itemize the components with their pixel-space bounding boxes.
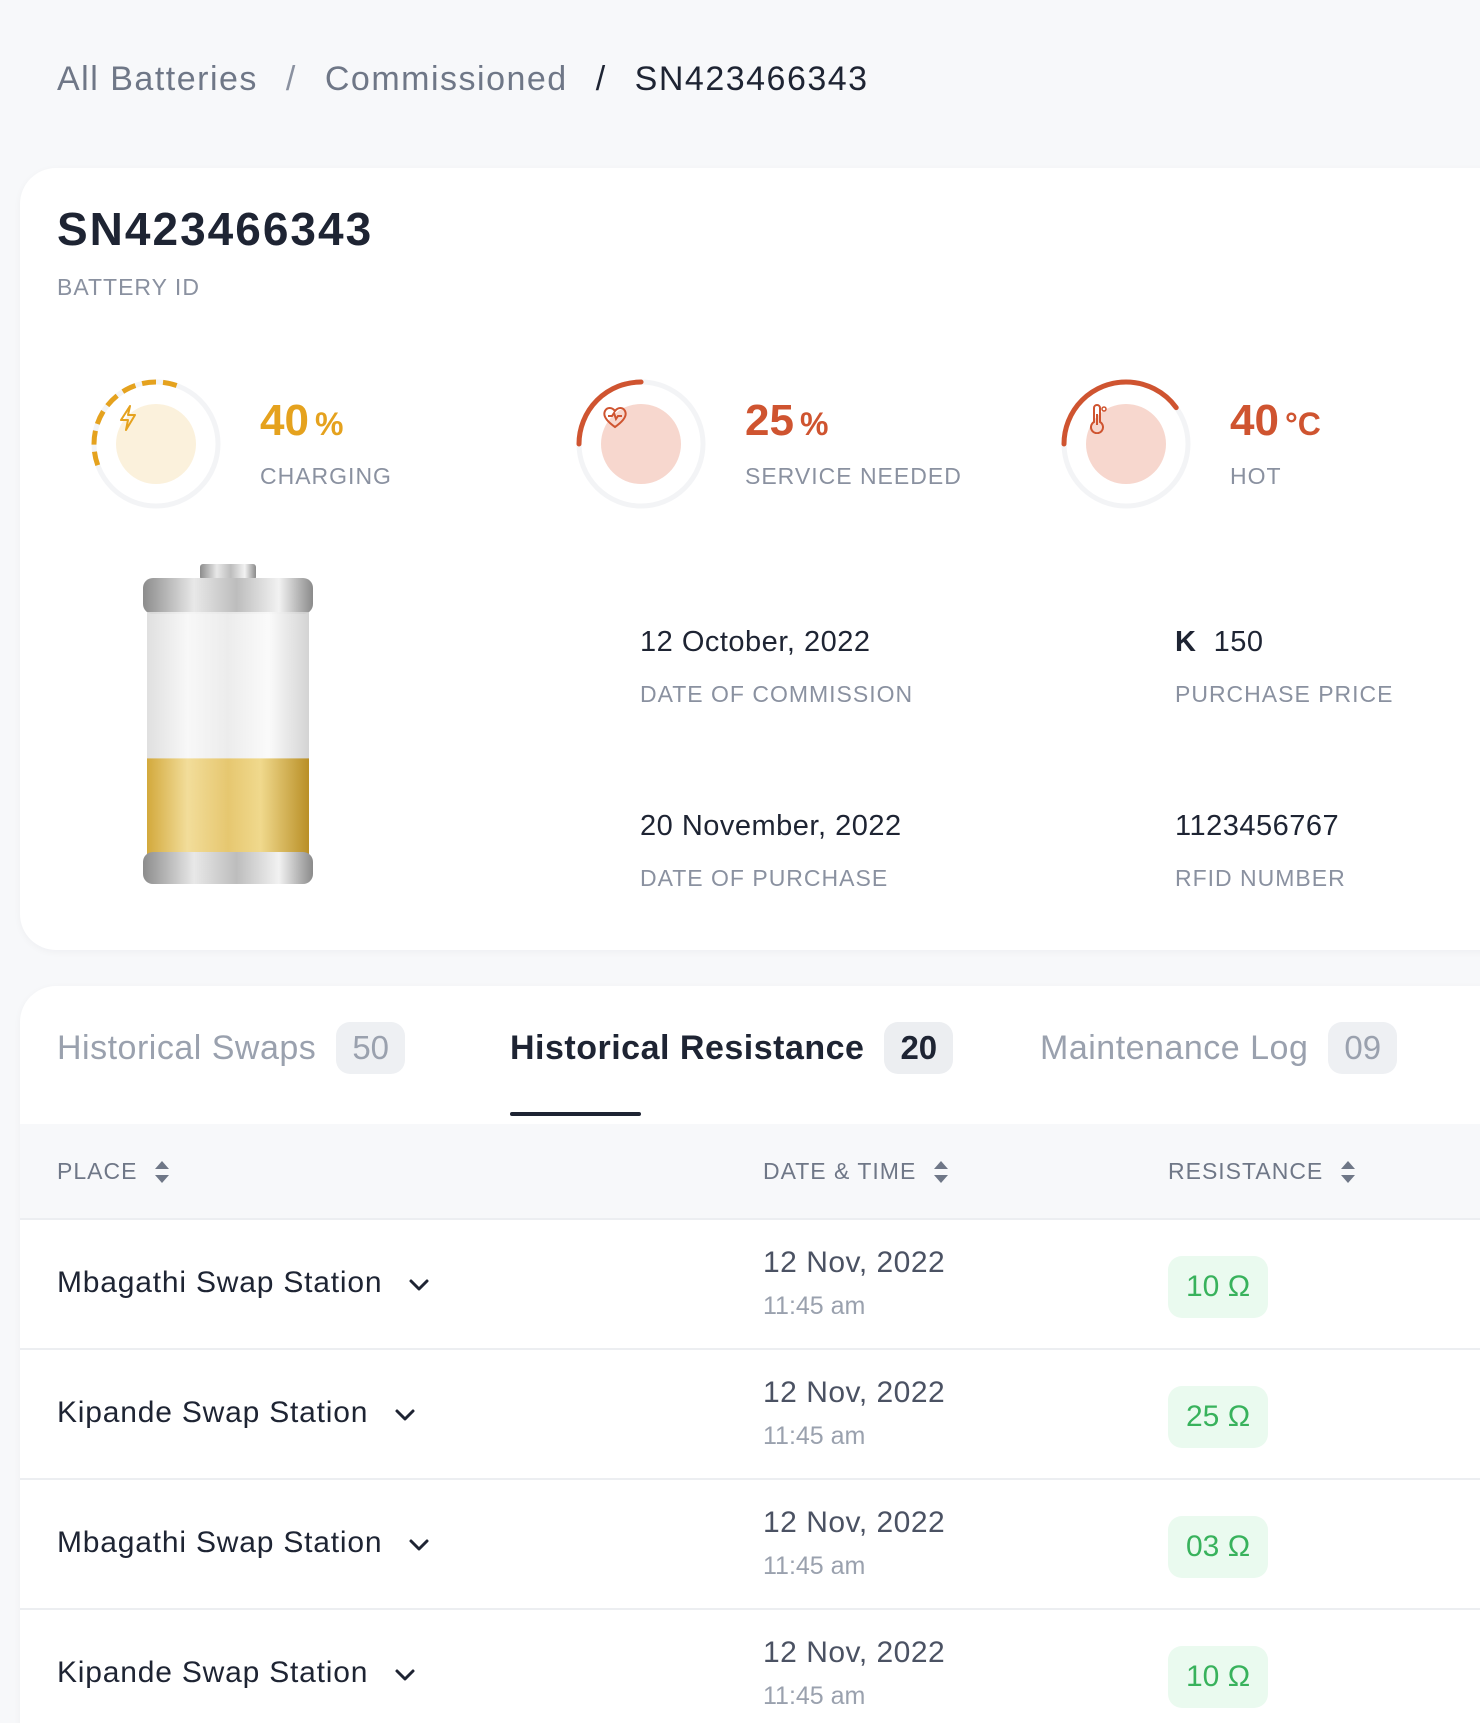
chevron-down-icon[interactable]	[408, 1266, 430, 1300]
temperature-gauge	[1058, 376, 1194, 512]
table-row[interactable]: Mbagathi Swap Station 12 Nov, 2022 11:45…	[20, 1220, 1480, 1350]
breadcrumb: All Batteries / Commissioned / SN4234663…	[57, 60, 869, 99]
commission-date-block: 12 October, 2022 DATE OF COMMISSION	[640, 626, 913, 708]
chevron-down-icon[interactable]	[408, 1526, 430, 1560]
commission-date: 12 October, 2022	[640, 626, 871, 658]
place-cell: Mbagathi Swap Station	[57, 1526, 430, 1560]
charging-gauge	[88, 376, 224, 512]
tab-count: 20	[884, 1022, 954, 1074]
datetime-cell: 12 Nov, 2022 11:45 am	[763, 1246, 946, 1320]
charging-stat: 40% CHARGING	[88, 376, 392, 512]
tab-bar: Historical Swaps 50 Historical Resistanc…	[20, 986, 1480, 1122]
sort-icon[interactable]	[153, 1159, 171, 1185]
breadcrumb-all-batteries[interactable]: All Batteries	[57, 60, 258, 99]
service-value: 25%	[745, 395, 829, 445]
battery-id: SN423466343	[57, 203, 374, 255]
resistance-badge: 10 Ω	[1168, 1646, 1269, 1708]
active-tab-indicator	[510, 1112, 641, 1116]
purchase-date-block: 20 November, 2022 DATE OF PURCHASE	[640, 810, 902, 892]
service-stat: 25% SERVICE NEEDED	[573, 376, 962, 512]
table-row[interactable]: Mbagathi Swap Station 12 Nov, 2022 11:45…	[20, 1480, 1480, 1610]
temperature-stat: 40 °C HOT	[1058, 376, 1321, 512]
table-row[interactable]: Kipande Swap Station 12 Nov, 2022 11:45 …	[20, 1610, 1480, 1723]
table-header: PLACE DATE & TIME RESISTANCE	[20, 1124, 1480, 1220]
battery-info-card: SN423466343 BATTERY ID 40% CHARGING 25 %…	[20, 168, 1480, 950]
tab-historical-resistance[interactable]: Historical Resistance 20	[510, 1022, 954, 1074]
temperature-value: 40 °C	[1230, 395, 1321, 445]
purchase-date-label: DATE OF PURCHASE	[640, 865, 889, 891]
service-gauge	[573, 376, 709, 512]
currency-symbol: K	[1175, 626, 1197, 658]
rfid-number: 1123456767	[1175, 810, 1340, 842]
purchase-date: 20 November, 2022	[640, 810, 902, 842]
tab-maintenance-log[interactable]: Maintenance Log 09	[1040, 1022, 1398, 1074]
chevron-down-icon[interactable]	[394, 1656, 416, 1690]
service-label: SERVICE NEEDED	[745, 462, 962, 489]
sort-icon[interactable]	[932, 1159, 950, 1185]
purchase-price: K 150	[1175, 626, 1264, 658]
datetime-cell: 12 Nov, 2022 11:45 am	[763, 1636, 946, 1710]
temperature-icon-bg	[1086, 404, 1166, 484]
resistance-badge: 25 Ω	[1168, 1386, 1269, 1448]
table-row[interactable]: Kipande Swap Station 12 Nov, 2022 11:45 …	[20, 1350, 1480, 1480]
place-cell: Kipande Swap Station	[57, 1656, 416, 1690]
breadcrumb-separator: /	[595, 60, 607, 98]
sort-icon[interactable]	[1339, 1159, 1357, 1185]
datetime-cell: 12 Nov, 2022 11:45 am	[763, 1376, 946, 1450]
chevron-down-icon[interactable]	[394, 1396, 416, 1430]
battery-charge-fill	[147, 758, 309, 856]
breadcrumb-commissioned[interactable]: Commissioned	[325, 60, 568, 99]
temperature-label: HOT	[1230, 462, 1282, 489]
column-date-time[interactable]: DATE & TIME	[763, 1158, 950, 1185]
column-place[interactable]: PLACE	[57, 1158, 171, 1185]
resistance-badge: 03 Ω	[1168, 1516, 1269, 1578]
charging-label: CHARGING	[260, 462, 392, 489]
tab-historical-swaps[interactable]: Historical Swaps 50	[57, 1022, 406, 1074]
battery-illustration	[138, 564, 318, 901]
commission-date-label: DATE OF COMMISSION	[640, 681, 914, 707]
resistance-badge: 10 Ω	[1168, 1256, 1269, 1318]
rfid-label: RFID NUMBER	[1175, 865, 1346, 891]
breadcrumb-separator: /	[285, 60, 297, 98]
purchase-price-label: PURCHASE PRICE	[1175, 681, 1394, 707]
place-cell: Mbagathi Swap Station	[57, 1266, 430, 1300]
rfid-block: 1123456767 RFID NUMBER	[1175, 810, 1346, 892]
tab-count: 09	[1328, 1022, 1398, 1074]
charging-value: 40%	[260, 395, 344, 445]
place-cell: Kipande Swap Station	[57, 1396, 416, 1430]
datetime-cell: 12 Nov, 2022 11:45 am	[763, 1506, 946, 1580]
tab-count: 50	[336, 1022, 406, 1074]
service-icon-bg	[601, 404, 681, 484]
column-resistance[interactable]: RESISTANCE	[1168, 1158, 1357, 1185]
purchase-price-block: K 150 PURCHASE PRICE	[1175, 626, 1393, 708]
battery-id-label: BATTERY ID	[57, 274, 200, 300]
charging-icon-bg	[116, 404, 196, 484]
breadcrumb-current: SN423466343	[634, 60, 869, 98]
history-card: Historical Swaps 50 Historical Resistanc…	[20, 986, 1480, 1723]
